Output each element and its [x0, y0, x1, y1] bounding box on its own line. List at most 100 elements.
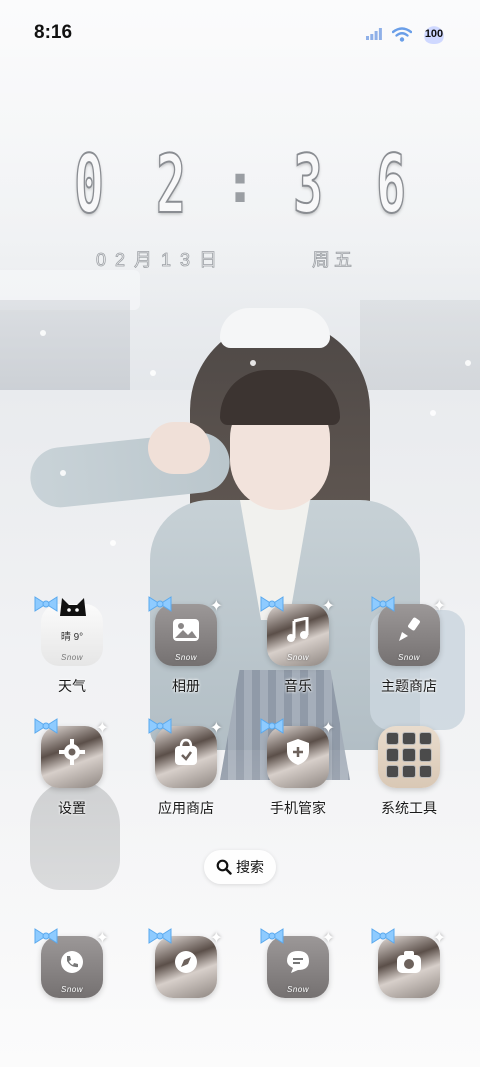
sparkle-icon: ✦: [432, 596, 446, 615]
folder-mini-app: [402, 732, 416, 746]
folder-mini-app: [402, 764, 416, 778]
app-label: 系统工具: [381, 800, 437, 816]
sparkle-icon: ✦: [209, 596, 223, 615]
clock-date-row: 02月13日 周五: [0, 242, 480, 272]
clock-hour-ones: 2: [156, 138, 187, 231]
messages-icon: Snow ✦: [260, 928, 335, 998]
sparkle-icon: ✦: [209, 718, 223, 737]
bow-icon: [148, 928, 172, 944]
app-music[interactable]: Snow ✦ 音乐: [248, 596, 348, 696]
folder-app-grid: [386, 732, 432, 778]
status-time: 8:16: [34, 22, 73, 43]
folder-mini-app: [418, 764, 432, 778]
app-label: 主题商店: [381, 678, 437, 694]
folder-mini-app: [386, 748, 400, 762]
theme-brush-icon: Snow ✦: [371, 596, 446, 666]
clock-weekday: 周五: [312, 250, 356, 271]
battery-icon: 100: [422, 24, 446, 44]
app-store-bag-icon: ✦: [148, 718, 223, 788]
app-system-tools[interactable]: 系统工具: [359, 726, 459, 818]
snow-label: Snow: [60, 653, 83, 662]
app-phone-manager[interactable]: ✦ 手机管家: [248, 718, 348, 818]
clock-minute-ones: 6: [375, 138, 406, 231]
sparkle-icon: ✦: [95, 928, 109, 947]
phone-icon: Snow ✦: [34, 928, 109, 998]
snow-label: Snow: [60, 985, 83, 994]
phone-manager-shield-icon: ✦: [260, 718, 335, 788]
sparkle-icon: ✦: [95, 718, 109, 737]
clock-date: 02月13日: [96, 250, 227, 271]
bow-icon: [260, 596, 284, 612]
folder-mini-app: [386, 764, 400, 778]
camera-lens-icon: [397, 951, 421, 974]
folder-mini-app: [386, 732, 400, 746]
clock-minute-tens: 3: [293, 138, 324, 231]
compass-icon: [175, 951, 197, 974]
bow-icon: [260, 718, 284, 734]
signal-icon: [366, 28, 382, 40]
search-button[interactable]: 搜索: [204, 850, 276, 884]
sparkle-icon: ✦: [321, 718, 335, 737]
gallery-icon: Snow ✦: [148, 596, 223, 666]
search-label: 搜索: [236, 859, 264, 875]
chat-bubble-icon: [287, 951, 309, 974]
settings-gear-icon: ✦: [34, 718, 109, 788]
bow-icon: [34, 718, 58, 734]
weather-summary: 晴 9°: [60, 632, 84, 643]
clock-hour-tens: 0: [74, 138, 105, 231]
app-settings[interactable]: ✦ 设置: [22, 718, 122, 818]
status-bar: 8:16 100: [0, 0, 480, 66]
app-gallery[interactable]: Snow ✦ 相册: [136, 596, 236, 696]
sparkle-icon: ✦: [209, 928, 223, 947]
app-label: 设置: [58, 800, 86, 816]
clock-widget[interactable]: 0 2 : 3 6 02月13日 周五: [0, 140, 480, 271]
sparkle-icon: ✦: [321, 596, 335, 615]
bow-icon: [371, 596, 395, 612]
browser-icon: ✦: [148, 928, 223, 998]
bow-icon: [34, 596, 58, 612]
paintbrush-icon: [399, 617, 420, 642]
shopping-bag-icon: [175, 738, 197, 766]
clock-colon: :: [229, 155, 251, 215]
snow-label: Snow: [286, 653, 309, 662]
snow-label: Snow: [397, 653, 420, 662]
bow-icon: [260, 928, 284, 944]
system-tools-folder-icon: [378, 726, 440, 788]
gear-icon: [59, 739, 85, 766]
app-theme-store[interactable]: Snow ✦ 主题商店: [359, 596, 459, 696]
dock: Snow ✦ ✦ Snow ✦ ✦: [0, 928, 480, 1010]
snow-label: Snow: [286, 985, 309, 994]
clock-time: 0 2 : 3 6: [0, 140, 480, 230]
app-label: 天气: [58, 678, 86, 694]
bow-icon: [148, 596, 172, 612]
phone-handset-icon: [61, 951, 83, 974]
wifi-icon: [392, 26, 412, 42]
snow-label: Snow: [174, 653, 197, 662]
app-app-store[interactable]: ✦ 应用商店: [136, 718, 236, 818]
app-weather[interactable]: 晴 9° Snow 天气: [22, 596, 122, 696]
sparkle-icon: ✦: [321, 928, 335, 947]
sparkle-icon: ✦: [432, 928, 446, 947]
music-icon: Snow ✦: [260, 596, 335, 666]
bow-icon: [371, 928, 395, 944]
music-note-icon: [287, 617, 309, 643]
black-cat-icon: [60, 598, 86, 616]
folder-mini-app: [402, 748, 416, 762]
app-label: 应用商店: [158, 800, 214, 816]
dock-browser[interactable]: ✦: [136, 928, 236, 998]
dock-messages[interactable]: Snow ✦: [248, 928, 348, 998]
bow-icon: [34, 928, 58, 944]
gallery-picture-icon: [173, 619, 199, 642]
app-label: 相册: [172, 678, 200, 694]
shield-icon: [287, 739, 309, 766]
search-icon: [216, 859, 232, 875]
app-label: 手机管家: [270, 800, 326, 816]
status-icons: 100: [366, 24, 446, 44]
dock-camera[interactable]: ✦: [359, 928, 459, 998]
dock-phone[interactable]: Snow ✦: [22, 928, 122, 998]
app-label: 音乐: [284, 678, 312, 694]
weather-icon: 晴 9° Snow: [34, 596, 103, 666]
folder-mini-app: [418, 732, 432, 746]
bow-icon: [148, 718, 172, 734]
camera-icon: ✦: [371, 928, 446, 998]
